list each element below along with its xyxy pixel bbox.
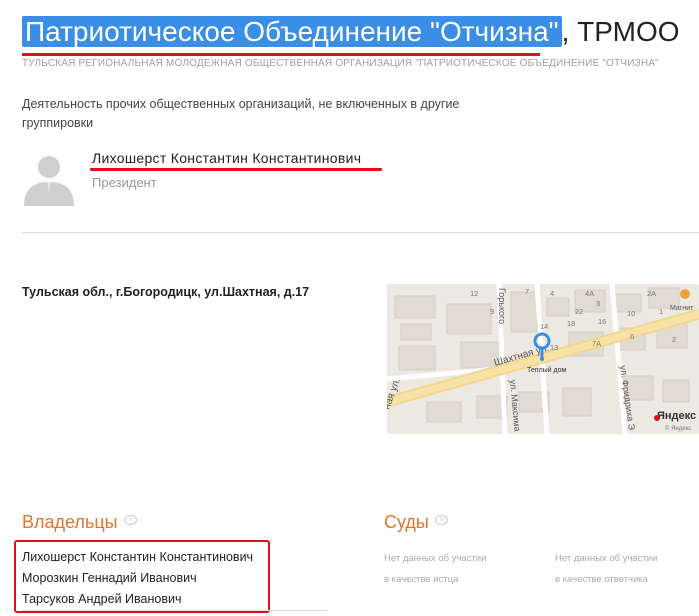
svg-text:9: 9 xyxy=(490,307,494,316)
map-image: Шахтная ул. ная ул. Горького ул. Максима… xyxy=(387,284,699,434)
svg-text:14: 14 xyxy=(540,322,548,331)
section-divider xyxy=(22,232,699,233)
svg-text:3: 3 xyxy=(596,299,600,308)
owners-divider xyxy=(22,610,326,611)
org-suffix: , ТРМОО xyxy=(561,16,680,47)
map-poi-label: Теплый дом xyxy=(527,366,567,374)
map-street-gorky: Горького xyxy=(497,288,507,324)
activity-description: Деятельность прочих общественных организ… xyxy=(22,97,460,130)
help-bubble-icon[interactable]: ? xyxy=(123,515,137,526)
owners-title-text: Владельцы xyxy=(22,512,118,532)
defendant-line-2: в качестве ответчика xyxy=(555,574,648,585)
defendant-line-1: Нет данных об участии xyxy=(555,553,658,564)
map-widget[interactable]: Шахтная ул. ная ул. Горького ул. Максима… xyxy=(387,284,699,434)
svg-text:4А: 4А xyxy=(585,289,594,298)
svg-text:12: 12 xyxy=(470,289,478,298)
svg-text:?: ? xyxy=(128,518,132,525)
courts-defendant-note: Нет данных об участии в качестве ответчи… xyxy=(555,548,657,590)
svg-text:2А: 2А xyxy=(647,289,656,298)
owners-annotation-box xyxy=(14,540,270,613)
courts-section-title: Суды? xyxy=(384,512,448,533)
plaintiff-line-1: Нет данных об участии xyxy=(384,553,487,564)
plaintiff-line-2: в качестве истца xyxy=(384,574,459,585)
svg-text:16: 16 xyxy=(598,317,606,326)
name-annotation-underline xyxy=(90,168,382,171)
title-annotation-underline xyxy=(22,53,540,56)
map-logo: Яндекс xyxy=(657,410,696,422)
svg-text:18: 18 xyxy=(567,319,575,328)
svg-text:7: 7 xyxy=(525,287,529,296)
map-poi-shop: Магнит xyxy=(670,305,694,312)
courts-plaintiff-note: Нет данных об участии в качестве истца xyxy=(384,548,486,590)
org-full-name: ТУЛЬСКАЯ РЕГИОНАЛЬНАЯ МОЛОДЕЖНАЯ ОБЩЕСТВ… xyxy=(22,58,659,69)
svg-text:?: ? xyxy=(439,518,443,525)
svg-text:7А: 7А xyxy=(592,339,601,348)
svg-text:13: 13 xyxy=(550,343,558,352)
svg-text:2: 2 xyxy=(672,335,676,344)
svg-text:22: 22 xyxy=(575,307,583,316)
courts-title-text: Суды xyxy=(384,512,429,532)
svg-text:6: 6 xyxy=(630,332,634,341)
map-copyright: © Яндекс xyxy=(665,425,691,432)
head-name-link[interactable]: Лихошерст Константин Константинович xyxy=(92,150,361,166)
address: Тульская обл., г.Богородицк, ул.Шахтная,… xyxy=(22,285,310,299)
svg-text:4: 4 xyxy=(550,289,554,298)
avatar xyxy=(20,148,78,206)
page-title: Патриотическое Объединение "Отчизна", ТР… xyxy=(22,12,680,52)
shop-icon xyxy=(680,289,690,299)
svg-text:10: 10 xyxy=(627,309,635,318)
org-name: Патриотическое Объединение "Отчизна" xyxy=(22,16,562,47)
person-silhouette-icon xyxy=(24,156,74,206)
help-bubble-icon[interactable]: ? xyxy=(434,515,448,526)
svg-text:1: 1 xyxy=(659,307,663,316)
head-role: Президент xyxy=(92,175,157,190)
owners-section-title: Владельцы? xyxy=(22,512,137,533)
